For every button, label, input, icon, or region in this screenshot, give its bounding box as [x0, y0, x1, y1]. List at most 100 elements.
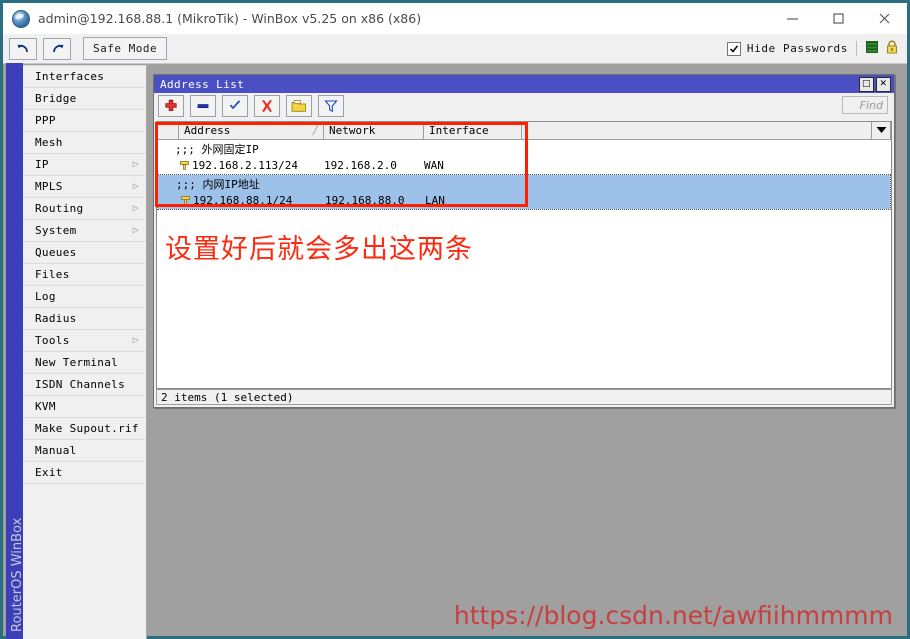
funnel-icon[interactable] [318, 95, 344, 117]
window-controls [769, 3, 907, 34]
sidebar-item-label: ISDN Channels [35, 378, 125, 391]
sidebar-item-ip[interactable]: IP ▷ [23, 154, 146, 176]
sidebar-item-exit[interactable]: Exit [23, 462, 146, 484]
address-list-toolbar: Find [154, 93, 894, 119]
address-list-close-button[interactable]: ✕ [876, 76, 891, 92]
find-placeholder: Find [859, 98, 883, 112]
cell-address-text: 192.168.2.113/24 [192, 159, 298, 172]
sidebar-item-files[interactable]: Files [23, 264, 146, 286]
cell-interface: WAN [424, 159, 444, 172]
undo-arrow-icon[interactable] [9, 37, 37, 60]
table-row[interactable]: ;;; 外网固定IP [157, 140, 891, 157]
window-title: admin@192.168.88.1 (MikroTik) - WinBox v… [38, 11, 422, 26]
maximize-button[interactable] [815, 3, 861, 34]
cell-network: 192.168.88.0 [325, 194, 405, 207]
sidebar-item-queues[interactable]: Queues [23, 242, 146, 264]
enable-button[interactable] [222, 95, 248, 117]
sidebar-item-make-supout[interactable]: Make Supout.rif [23, 418, 146, 440]
cell-address: 192.168.2.113/24 [157, 159, 324, 172]
sidebar-item-manual[interactable]: Manual [23, 440, 146, 462]
column-chooser-button[interactable] [871, 122, 891, 139]
sidebar-item-routing[interactable]: Routing ▷ [23, 198, 146, 220]
safe-mode-label: Safe Mode [93, 42, 158, 55]
window-title-bar: admin@192.168.88.1 (MikroTik) - WinBox v… [3, 3, 907, 34]
close-button[interactable] [861, 3, 907, 34]
column-header-interface[interactable]: Interface [424, 122, 522, 139]
sidebar-item-mesh[interactable]: Mesh [23, 132, 146, 154]
cell-interface: LAN [425, 194, 445, 207]
sidebar-item-label: PPP [35, 114, 56, 127]
sidebar-item-label: Bridge [35, 92, 77, 105]
status-text: 2 items (1 selected) [161, 390, 294, 404]
cell-address-text: 192.168.88.1/24 [193, 194, 293, 207]
chevron-right-icon: ▷ [132, 334, 139, 346]
globe-icon [12, 9, 30, 28]
add-button[interactable] [158, 95, 184, 117]
sidebar-item-label: Tools [35, 334, 70, 347]
row-comment: ;;; 内网IP地址 [176, 177, 260, 191]
column-header-gutter [157, 122, 179, 139]
sidebar-item-label: Radius [35, 312, 77, 325]
sidebar-item-isdn-channels[interactable]: ISDN Channels [23, 374, 146, 396]
sidebar-item-label: Routing [35, 202, 84, 215]
sidebar-item-radius[interactable]: Radius [23, 308, 146, 330]
toolbar-divider [856, 41, 857, 56]
sidebar-item-label: IP [35, 158, 49, 171]
sidebar-item-new-terminal[interactable]: New Terminal [23, 352, 146, 374]
redo-arrow-icon[interactable] [43, 37, 71, 60]
address-list-title-bar[interactable]: Address List □ ✕ [154, 75, 894, 93]
address-list-title: Address List [160, 77, 245, 91]
chevron-down-icon [876, 124, 887, 137]
column-header-label: Interface [429, 124, 489, 137]
column-header-label: Network [329, 124, 376, 137]
sidebar-item-kvm[interactable]: KVM [23, 396, 146, 418]
green-bars-icon[interactable] [865, 40, 879, 57]
comment-folder-icon[interactable] [286, 95, 312, 117]
sidebar-item-label: Make Supout.rif [35, 422, 139, 435]
disable-button[interactable] [254, 95, 280, 117]
hide-passwords-control[interactable]: Hide Passwords [726, 40, 907, 57]
sort-indicator-icon: ╱ [312, 125, 318, 136]
table-header-row: Address ╱ Network Interface [157, 122, 891, 140]
sidebar-item-label: Log [35, 290, 56, 303]
padlock-icon[interactable] [885, 40, 899, 57]
hide-passwords-checkbox[interactable] [726, 41, 741, 56]
find-input[interactable]: Find [842, 96, 888, 114]
sidebar-item-label: MPLS [35, 180, 63, 193]
column-header-filler [522, 122, 871, 139]
chevron-right-icon: ▷ [132, 202, 139, 214]
address-list-window-controls: □ ✕ [859, 76, 894, 92]
chevron-right-icon: ▷ [132, 224, 139, 236]
sidebar-item-label: Queues [35, 246, 77, 259]
minimize-button[interactable] [769, 3, 815, 34]
column-header-network[interactable]: Network [324, 122, 424, 139]
sidebar-item-mpls[interactable]: MPLS ▷ [23, 176, 146, 198]
main-menu: Interfaces Bridge PPP Mesh IP ▷ MPLS ▷ Rou… [23, 65, 147, 639]
address-pin-icon [179, 160, 190, 171]
chevron-right-icon: ▷ [132, 158, 139, 170]
sidebar-item-label: Mesh [35, 136, 63, 149]
table-row[interactable]: 192.168.88.1/24 192.168.88.0 LAN [158, 192, 890, 209]
chevron-right-icon: ▷ [132, 180, 139, 192]
table-row[interactable]: ;;; 内网IP地址 [158, 175, 890, 192]
address-list-restore-button[interactable]: □ [859, 76, 874, 92]
sidebar-item-bridge[interactable]: Bridge [23, 88, 146, 110]
address-list-status-bar: 2 items (1 selected) [156, 389, 892, 405]
hide-passwords-label: Hide Passwords [746, 42, 848, 55]
sidebar-item-tools[interactable]: Tools ▷ [23, 330, 146, 352]
sidebar-item-label: Interfaces [35, 70, 105, 83]
annotation-note-text: 设置好后就会多出这两条 [165, 234, 473, 265]
column-header-address[interactable]: Address ╱ [179, 122, 324, 139]
sidebar-item-label: New Terminal [35, 356, 119, 369]
sidebar-item-interfaces[interactable]: Interfaces [23, 66, 146, 88]
sidebar-item-label: KVM [35, 400, 56, 413]
sidebar-item-ppp[interactable]: PPP [23, 110, 146, 132]
watermark-url: https://blog.csdn.net/awfiihmmmm [453, 601, 893, 630]
safe-mode-button[interactable]: Safe Mode [83, 37, 168, 60]
sidebar-item-log[interactable]: Log [23, 286, 146, 308]
cell-network: 192.168.2.0 [324, 159, 397, 172]
remove-button[interactable] [190, 95, 216, 117]
table-row[interactable]: 192.168.2.113/24 192.168.2.0 WAN [157, 157, 891, 174]
sidebar-item-system[interactable]: System ▷ [23, 220, 146, 242]
row-comment: ;;; 外网固定IP [175, 142, 259, 156]
